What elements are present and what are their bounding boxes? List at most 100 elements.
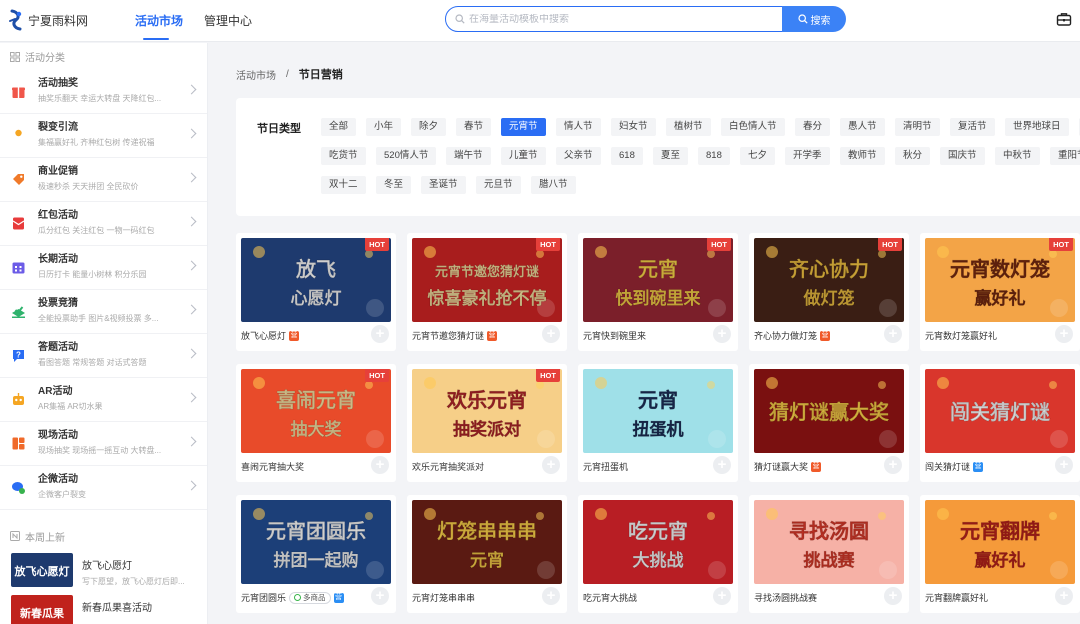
- festival-tag[interactable]: 吃货节: [321, 147, 366, 165]
- add-template-button[interactable]: +: [371, 325, 389, 343]
- festival-tag[interactable]: 情人节: [556, 118, 601, 136]
- sidebar-category-10[interactable]: 企微活动 企微客户裂变: [0, 466, 207, 510]
- template-card[interactable]: 元宵翻牌 赢好礼 元宵翻牌赢好礼 +: [920, 495, 1080, 613]
- add-template-button[interactable]: +: [371, 587, 389, 605]
- sidebar-category-4[interactable]: 红包活动 瓜分红包 关注红包 一物一码红包: [0, 202, 207, 246]
- sidebar-category-6[interactable]: 投票竞猜 全能投票助手 图片&视频投票 多...: [0, 290, 207, 334]
- festival-tag[interactable]: 教师节: [840, 147, 885, 165]
- template-card[interactable]: 元宵团圆乐 拼团一起购 元宵团圆乐 多商品营 +: [236, 495, 396, 613]
- card-art-line: 元宵节邀您猜灯谜: [435, 264, 540, 280]
- sidebar-category-9[interactable]: 现场活动 现场抽奖 现场摇一摇互动 大转盘...: [0, 422, 207, 466]
- add-template-button[interactable]: +: [884, 587, 902, 605]
- festival-tag[interactable]: 端午节: [446, 147, 491, 165]
- sidebar-category-1[interactable]: 活动抽奖 抽奖乐翻天 幸运大转盘 天降红包...: [0, 70, 207, 114]
- top-bar: 宁夏雨料网 活动市场 管理中心 搜索: [0, 0, 1080, 42]
- festival-tag[interactable]: 腊八节: [531, 176, 576, 194]
- festival-tag[interactable]: 618: [611, 147, 643, 165]
- add-template-button[interactable]: +: [542, 456, 560, 474]
- category-title: 长期活动: [38, 254, 78, 265]
- festival-tag[interactable]: 元旦节: [476, 176, 521, 194]
- festival-tag[interactable]: 复活节: [950, 118, 995, 136]
- template-card[interactable]: 灯笼串串串 元宵 元宵灯笼串串串 +: [407, 495, 567, 613]
- template-card[interactable]: 闯关猜灯谜 闯关猜灯谜营 +: [920, 364, 1080, 482]
- sidebar-category-7[interactable]: ? 答题活动 看图答题 常规答题 对话式答题: [0, 334, 207, 378]
- search-icon: [455, 14, 465, 24]
- weekly-title: 新春瓜果喜活动: [82, 603, 152, 614]
- festival-tag[interactable]: 全部: [321, 118, 357, 136]
- add-template-button[interactable]: +: [1055, 325, 1073, 343]
- breadcrumb-parent[interactable]: 活动市场: [236, 67, 276, 82]
- add-template-button[interactable]: +: [371, 456, 389, 474]
- festival-tag[interactable]: 夏至: [653, 147, 689, 165]
- briefcase-icon[interactable]: [1056, 11, 1072, 27]
- template-card[interactable]: 齐心协力 做灯笼 HOT 齐心协力做灯笼营 +: [749, 233, 909, 351]
- festival-tag[interactable]: 秋分: [895, 147, 931, 165]
- festival-tag[interactable]: 818: [698, 147, 730, 165]
- festival-tag[interactable]: 七夕: [740, 147, 776, 165]
- festival-tag[interactable]: 儿童节: [501, 147, 546, 165]
- festival-tag[interactable]: 除夕: [411, 118, 447, 136]
- sidebar: 活动分类 活动抽奖 抽奖乐翻天 幸运大转盘 天降红包... 裂变引流 集福赢好礼 齐种…: [0, 43, 208, 624]
- hot-badge: HOT: [1049, 238, 1073, 251]
- template-card[interactable]: 元宵节邀您猜灯谜 惊喜豪礼抢不停 HOT 元宵节邀您猜灯谜营 +: [407, 233, 567, 351]
- festival-tag[interactable]: 清明节: [895, 118, 940, 136]
- add-template-button[interactable]: +: [884, 456, 902, 474]
- festival-tag[interactable]: 愚人节: [840, 118, 885, 136]
- add-template-button[interactable]: +: [542, 587, 560, 605]
- festival-tag[interactable]: 世界地球日: [1005, 118, 1069, 136]
- weekly-new-item[interactable]: 新春瓜果 新春瓜果喜活动: [0, 593, 207, 624]
- search-box: [445, 6, 783, 32]
- template-card[interactable]: 放飞 心愿灯 HOT 放飞心愿灯营 +: [236, 233, 396, 351]
- festival-tag[interactable]: 小年: [366, 118, 402, 136]
- sidebar-category-3[interactable]: 商业促销 极速秒杀 天天拼团 全民砍价: [0, 158, 207, 202]
- festival-tag[interactable]: 白色情人节: [721, 118, 785, 136]
- weekly-thumbnail: 新春瓜果: [11, 595, 73, 624]
- add-template-button[interactable]: +: [1055, 587, 1073, 605]
- festival-tag[interactable]: 开学季: [785, 147, 830, 165]
- card-art-line: 放飞: [295, 257, 336, 281]
- add-template-button[interactable]: +: [542, 325, 560, 343]
- festival-tag[interactable]: 元宵节: [501, 118, 546, 136]
- card-thumbnail: 元宵 快到碗里来 HOT: [583, 238, 733, 322]
- festival-tag[interactable]: 妇女节: [611, 118, 656, 136]
- sidebar-category-5[interactable]: 长期活动 日历打卡 能量小树林 积分乐园: [0, 246, 207, 290]
- search-input[interactable]: [469, 13, 769, 25]
- festival-tag[interactable]: 春节: [456, 118, 492, 136]
- template-card[interactable]: 喜闹元宵 抽大奖 HOT 喜闹元宵抽大奖 +: [236, 364, 396, 482]
- festival-tag[interactable]: 父亲节: [556, 147, 601, 165]
- add-template-button[interactable]: +: [884, 325, 902, 343]
- sidebar-category-8[interactable]: AR活动 AR集福 AR切水果: [0, 378, 207, 422]
- add-template-button[interactable]: +: [713, 587, 731, 605]
- hot-badge: HOT: [536, 369, 560, 382]
- festival-tag[interactable]: 双十二: [321, 176, 366, 194]
- festival-tag[interactable]: 重阳节: [1050, 147, 1080, 165]
- festival-tag[interactable]: 国庆节: [940, 147, 985, 165]
- template-card[interactable]: 欢乐元宵 抽奖派对 HOT 欢乐元宵抽奖派对 +: [407, 364, 567, 482]
- template-card[interactable]: 猜灯谜赢大奖 猜灯谜赢大奖营 +: [749, 364, 909, 482]
- sidebar-category-2[interactable]: 裂变引流 集福赢好礼 齐种红包树 传递祝福: [0, 114, 207, 158]
- card-thumbnail: 吃元宵 大挑战: [583, 500, 733, 584]
- search-button[interactable]: 搜索: [782, 6, 846, 32]
- festival-tag[interactable]: 圣诞节: [421, 176, 466, 194]
- add-template-button[interactable]: +: [713, 456, 731, 474]
- festival-tag[interactable]: 春分: [795, 118, 831, 136]
- template-card[interactable]: 元宵 快到碗里来 HOT 元宵快到碗里来 +: [578, 233, 738, 351]
- tab-activity-market[interactable]: 活动市场: [135, 12, 183, 29]
- question-icon: ?: [11, 348, 26, 363]
- add-template-button[interactable]: +: [713, 325, 731, 343]
- breadcrumb: 活动市场 / 节日营销: [236, 66, 343, 82]
- logo[interactable]: 宁夏雨料网: [8, 8, 88, 32]
- template-card[interactable]: 寻找汤圆 挑战赛 寻找汤圆挑战赛 +: [749, 495, 909, 613]
- template-card[interactable]: 吃元宵 大挑战 吃元宵大挑战 +: [578, 495, 738, 613]
- festival-tag[interactable]: 冬至: [376, 176, 412, 194]
- template-card[interactable]: 元宵数灯笼 赢好礼 HOT 元宵数灯笼赢好礼 +: [920, 233, 1080, 351]
- add-template-button[interactable]: +: [1055, 456, 1073, 474]
- festival-tag[interactable]: 植树节: [666, 118, 711, 136]
- festival-tag[interactable]: 520情人节: [376, 147, 437, 165]
- tab-management-center[interactable]: 管理中心: [204, 12, 252, 29]
- festival-tag[interactable]: 中秋节: [995, 147, 1040, 165]
- card-title-row: 元宵数灯笼赢好礼: [925, 329, 997, 342]
- template-card[interactable]: 元宵 扭蛋机 元宵扭蛋机 +: [578, 364, 738, 482]
- card-title: 元宵扭蛋机: [583, 462, 629, 472]
- weekly-new-item[interactable]: 放飞心愿灯 放飞心愿灯 写下愿望，放飞心愿灯后即...: [0, 551, 207, 593]
